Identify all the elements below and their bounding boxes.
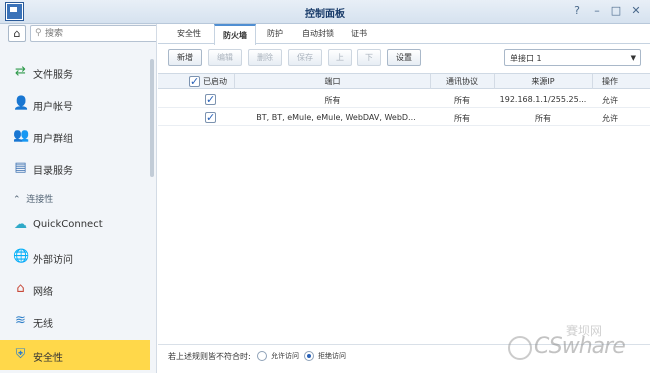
save-button[interactable]: 保存 bbox=[288, 49, 322, 66]
title-bar: 控制面板 ? – □ ✕ bbox=[0, 0, 650, 24]
row-source-ip: 192.168.1.1/255.25... bbox=[499, 95, 587, 104]
chevron-down-icon: ▼ bbox=[630, 54, 636, 62]
select-all-checkbox[interactable] bbox=[189, 75, 200, 88]
rules-table-header: 已启动 端口 通讯协议 来源IP 操作 bbox=[158, 73, 650, 89]
column-source-ip[interactable]: 来源IP bbox=[495, 76, 591, 87]
tab-firewall[interactable]: 防火墙 bbox=[214, 24, 256, 45]
user-group-icon: 👥 bbox=[13, 128, 30, 143]
sidebar-item-label: 目录服务 bbox=[33, 166, 73, 177]
minimize-button[interactable]: – bbox=[590, 4, 604, 18]
tab-certificate[interactable]: 证书 bbox=[344, 24, 374, 44]
home-icon: ⌂ bbox=[13, 27, 21, 40]
move-up-button[interactable]: 上 bbox=[328, 49, 352, 66]
row-enabled-checkbox[interactable] bbox=[205, 93, 216, 106]
sidebar: ⌂ ⚲ ⇄ 文件服务 👤 用户帐号 👥 用户群组 ▤ 目录服务 ⌃ 连接性 ☁ … bbox=[0, 24, 157, 373]
profile-select-value: 单接口 1 bbox=[510, 54, 542, 63]
watermark-text: CSwhare bbox=[534, 334, 626, 359]
user-icon: 👤 bbox=[13, 96, 30, 111]
sidebar-item-quickconnect[interactable]: ☁ QuickConnect bbox=[0, 210, 150, 240]
row-enabled-checkbox[interactable] bbox=[205, 111, 216, 124]
sidebar-item-network[interactable]: ⌂ 网络 bbox=[0, 274, 150, 304]
column-port[interactable]: 端口 bbox=[235, 76, 430, 87]
sidebar-item-label: 文件服务 bbox=[33, 70, 73, 81]
search-box[interactable]: ⚲ bbox=[30, 25, 156, 42]
sidebar-scrollbar[interactable] bbox=[150, 59, 154, 177]
home-button[interactable]: ⌂ bbox=[8, 25, 26, 42]
deny-access-label[interactable]: 拒绝访问 bbox=[318, 351, 346, 361]
allow-access-label[interactable]: 允许访问 bbox=[271, 351, 299, 361]
tab-auto-block[interactable]: 自动封锁 bbox=[294, 24, 342, 44]
row-action: 允许 bbox=[602, 96, 618, 105]
window-title: 控制面板 bbox=[305, 9, 345, 20]
sidebar-item-label: 用户帐号 bbox=[33, 102, 73, 113]
search-icon: ⚲ bbox=[35, 28, 42, 38]
allow-access-radio[interactable] bbox=[257, 351, 267, 361]
row-port: BT, BT, eMule, eMule, WebDAV, WebD... bbox=[256, 113, 416, 122]
sidebar-item-wireless[interactable]: ≋ 无线 bbox=[0, 306, 150, 336]
tab-bar: 安全性 防火墙 防护 自动封锁 证书 bbox=[158, 24, 650, 45]
profile-select[interactable]: 单接口 1 ▼ bbox=[504, 49, 641, 66]
column-enabled[interactable]: 已启动 bbox=[203, 76, 233, 87]
chevron-up-icon: ⌃ bbox=[13, 195, 21, 205]
toolbar: 新增 编辑 删除 保存 上 下 设置 单接口 1 ▼ bbox=[158, 45, 650, 71]
quickconnect-icon: ☁ bbox=[14, 217, 27, 232]
watermark: 賽坝网 CSwhare bbox=[506, 322, 646, 370]
row-source-ip: 所有 bbox=[535, 114, 551, 123]
sidebar-item-external-access[interactable]: 🌐 外部访问 bbox=[0, 242, 150, 272]
sidebar-item-label: 外部访问 bbox=[33, 255, 73, 266]
column-action[interactable]: 操作 bbox=[593, 76, 627, 87]
sidebar-item-label: QuickConnect bbox=[33, 219, 103, 230]
search-input[interactable] bbox=[45, 27, 145, 40]
sidebar-section-connectivity[interactable]: ⌃ 连接性 bbox=[13, 192, 53, 205]
sidebar-item-user-accounts[interactable]: 👤 用户帐号 bbox=[0, 89, 150, 119]
maximize-button[interactable]: □ bbox=[609, 4, 623, 18]
delete-button[interactable]: 删除 bbox=[248, 49, 282, 66]
table-row[interactable]: 所有 所有 192.168.1.1/255.25... 允许 bbox=[158, 91, 650, 108]
network-icon: ⌂ bbox=[16, 281, 25, 296]
sidebar-item-label: 安全性 bbox=[33, 353, 63, 364]
sidebar-item-label: 用户群组 bbox=[33, 134, 73, 145]
table-row[interactable]: BT, BT, eMule, eMule, WebDAV, WebD... 所有… bbox=[158, 109, 650, 126]
default-policy-label: 若上述规则皆不符合时: bbox=[168, 352, 251, 361]
row-action: 允许 bbox=[602, 114, 618, 123]
help-button[interactable]: ? bbox=[570, 4, 584, 18]
close-button[interactable]: ✕ bbox=[629, 4, 643, 18]
create-button[interactable]: 新增 bbox=[168, 49, 202, 66]
tab-security[interactable]: 安全性 bbox=[166, 24, 212, 44]
security-icon: ⛨ bbox=[15, 347, 26, 362]
column-protocol[interactable]: 通讯协议 bbox=[431, 76, 493, 87]
sidebar-item-security[interactable]: ⛨ 安全性 bbox=[0, 340, 150, 370]
settings-button[interactable]: 设置 bbox=[387, 49, 421, 66]
tab-protection[interactable]: 防护 bbox=[258, 24, 292, 44]
sidebar-item-user-groups[interactable]: 👥 用户群组 bbox=[0, 121, 150, 151]
edit-button[interactable]: 编辑 bbox=[208, 49, 242, 66]
sidebar-item-label: 无线 bbox=[33, 319, 53, 330]
sidebar-item-directory-services[interactable]: ▤ 目录服务 bbox=[0, 153, 150, 183]
row-port: 所有 bbox=[324, 96, 341, 105]
row-protocol: 所有 bbox=[454, 114, 470, 123]
wifi-icon: ≋ bbox=[15, 313, 26, 328]
sidebar-item-file-services[interactable]: ⇄ 文件服务 bbox=[0, 57, 150, 87]
sidebar-item-label: 网络 bbox=[33, 287, 53, 298]
row-protocol: 所有 bbox=[454, 96, 470, 105]
external-access-icon: 🌐 bbox=[13, 249, 30, 264]
directory-icon: ▤ bbox=[14, 160, 27, 175]
sidebar-top: ⌂ ⚲ bbox=[0, 24, 156, 44]
watermark-logo-icon bbox=[508, 336, 532, 360]
deny-access-radio[interactable] bbox=[304, 351, 314, 361]
move-down-button[interactable]: 下 bbox=[357, 49, 381, 66]
file-services-icon: ⇄ bbox=[15, 64, 26, 79]
